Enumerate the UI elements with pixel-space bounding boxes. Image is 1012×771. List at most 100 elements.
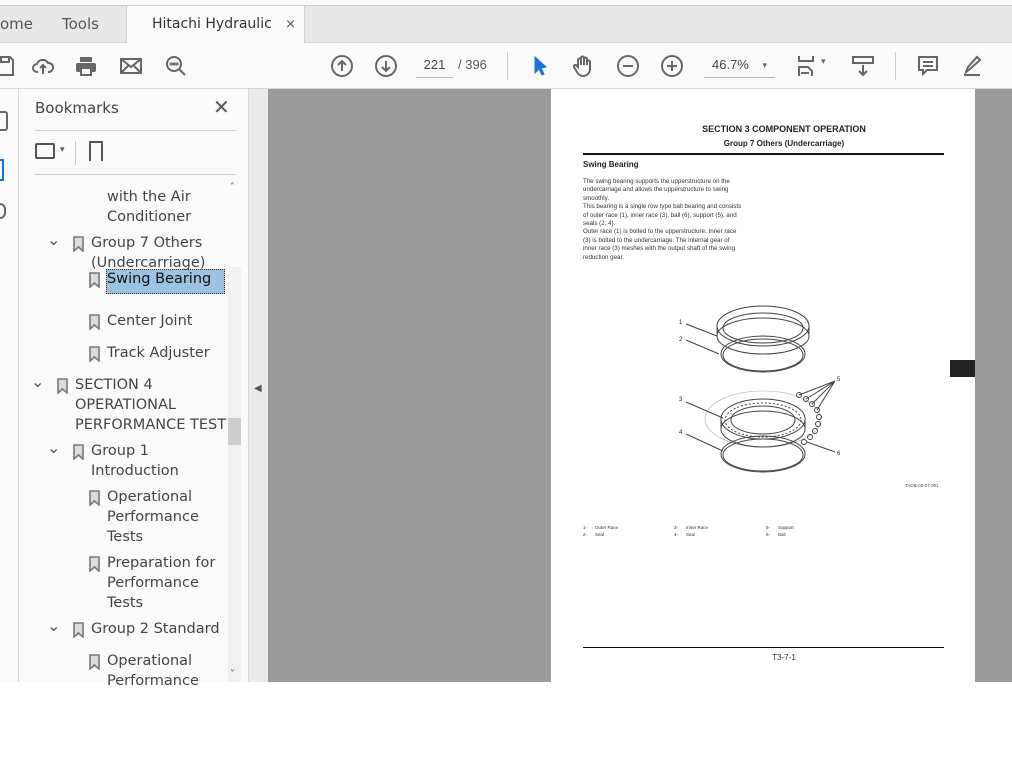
divider bbox=[35, 174, 236, 175]
tab-bar: ome Tools Hitachi Hydraulic Ex... × bbox=[0, 6, 1012, 69]
page-number-input[interactable]: 221 bbox=[416, 52, 453, 78]
expand-chevron-icon[interactable]: ⌄ bbox=[47, 440, 60, 456]
legend-label: Support bbox=[778, 525, 794, 530]
next-page-icon[interactable] bbox=[373, 53, 399, 79]
bookmark-item[interactable]: Track Adjuster bbox=[107, 343, 210, 363]
pdf-page: SECTION 3 COMPONENT OPERATION Group 7 Ot… bbox=[551, 89, 975, 682]
page-total: / 396 bbox=[458, 57, 487, 72]
bookmark-icon bbox=[73, 622, 84, 639]
figure-id: TADB-03-07-001 bbox=[905, 483, 939, 488]
expand-chevron-icon[interactable]: ⌄ bbox=[31, 374, 44, 390]
legend-label: Seal bbox=[686, 532, 696, 537]
bookmark-item[interactable]: Center Joint bbox=[107, 311, 192, 331]
bookmark-icon bbox=[89, 272, 100, 289]
body-paragraph: The swing bearing supports the upperstru… bbox=[583, 178, 742, 261]
panel-title: Bookmarks bbox=[35, 99, 119, 117]
callout-1: 1 bbox=[679, 320, 683, 326]
divider bbox=[35, 130, 236, 131]
select-cursor-icon[interactable] bbox=[527, 53, 553, 79]
bookmark-icon bbox=[73, 444, 84, 461]
zoom-level-select[interactable]: 46.7% ▾ bbox=[704, 52, 775, 78]
bookmarks-nav-icon[interactable] bbox=[0, 159, 4, 181]
zoom-level-value: 46.7% bbox=[712, 57, 749, 72]
close-panel-icon[interactable]: ✕ bbox=[213, 95, 230, 119]
legend-label: Ball bbox=[778, 532, 786, 537]
legend-number: 5- bbox=[766, 525, 771, 530]
tab-home[interactable]: ome bbox=[0, 6, 33, 43]
page-fit-icon[interactable] bbox=[795, 53, 821, 79]
expand-chevron-icon[interactable]: ⌄ bbox=[47, 232, 60, 248]
highlight-pen-icon[interactable] bbox=[959, 53, 985, 79]
section-heading: SECTION 3 COMPONENT OPERATION bbox=[702, 124, 866, 134]
bookmark-item[interactable]: Operational Performance Tests bbox=[107, 487, 199, 547]
document-viewport[interactable]: SECTION 3 COMPONENT OPERATION Group 7 Ot… bbox=[268, 89, 1012, 682]
attachments-icon[interactable] bbox=[0, 203, 6, 219]
zoom-out-icon[interactable] bbox=[615, 53, 641, 79]
bookmark-item[interactable]: with the Air Conditioner bbox=[107, 187, 191, 227]
scroll-down-icon[interactable]: ˅ bbox=[230, 669, 235, 680]
bookmark-item[interactable]: Group 1 Introduction bbox=[91, 441, 179, 481]
callout-6: 6 bbox=[837, 451, 841, 457]
scroll-mode-icon[interactable] bbox=[850, 53, 876, 79]
header-rule bbox=[583, 153, 944, 155]
scroll-up-icon[interactable]: ˄ bbox=[230, 182, 235, 193]
legend-number: 1- bbox=[583, 525, 588, 530]
zoom-in-icon[interactable] bbox=[659, 53, 685, 79]
save-icon[interactable] bbox=[0, 53, 18, 79]
bookmark-item[interactable]: Swing Bearing bbox=[107, 269, 211, 289]
scrollbar[interactable] bbox=[228, 267, 241, 682]
page-fit-dropdown-icon[interactable]: ▾ bbox=[821, 57, 826, 67]
legend-label: Outer Race bbox=[595, 525, 619, 530]
bookmark-icon bbox=[57, 378, 68, 395]
page-footer-number: T3-7-1 bbox=[772, 653, 796, 662]
expand-chevron-icon[interactable]: ⌄ bbox=[47, 618, 60, 634]
callout-2: 2 bbox=[679, 337, 683, 343]
tab-document[interactable]: Hitachi Hydraulic Ex... × bbox=[126, 6, 305, 69]
panel-splitter[interactable]: ◀ bbox=[248, 89, 268, 682]
legend-number: 4- bbox=[674, 532, 679, 537]
legend-label: Inner Race bbox=[686, 525, 709, 530]
toolbar-divider bbox=[895, 52, 896, 80]
options-list-icon[interactable] bbox=[35, 143, 55, 159]
group-heading: Group 7 Others (Undercarriage) bbox=[723, 139, 845, 148]
legend-number: 6- bbox=[766, 532, 771, 537]
toolbar: 221 / 396 46.7% ▾ ▾ bbox=[0, 43, 1012, 89]
bookmark-item[interactable]: Preparation for Performance Tests bbox=[107, 553, 215, 613]
left-nav-rail bbox=[0, 89, 19, 682]
legend-number: 3- bbox=[674, 525, 679, 530]
options-dropdown-icon[interactable]: ▾ bbox=[60, 145, 65, 155]
search-icon[interactable] bbox=[163, 53, 189, 79]
bookmark-icon bbox=[73, 236, 84, 253]
email-icon[interactable] bbox=[118, 53, 144, 79]
upload-cloud-icon[interactable] bbox=[30, 53, 56, 79]
footer-rule bbox=[583, 647, 944, 648]
callout-4: 4 bbox=[679, 430, 683, 436]
callout-3: 3 bbox=[679, 397, 683, 403]
divider bbox=[75, 141, 76, 165]
previous-page-icon[interactable] bbox=[329, 53, 355, 79]
legend-label: Seal bbox=[595, 532, 605, 537]
tab-tools[interactable]: Tools bbox=[62, 6, 99, 43]
pages-thumbnail-icon[interactable] bbox=[0, 111, 8, 131]
toolbar-divider bbox=[507, 52, 508, 80]
bookmark-item[interactable]: SECTION 4 OPERATIONAL PERFORMANCE TEST bbox=[75, 375, 226, 435]
print-icon[interactable] bbox=[73, 53, 99, 79]
swing-bearing-diagram: 1 2 3 4 5 6 bbox=[679, 305, 841, 473]
bookmark-item[interactable]: Group 7 Others (Undercarriage) bbox=[91, 233, 205, 273]
bookmark-item[interactable]: Group 2 Standard bbox=[91, 619, 220, 639]
scrollbar-thumb[interactable] bbox=[228, 418, 241, 445]
close-tab-icon[interactable]: × bbox=[285, 6, 296, 43]
bookmark-icon bbox=[89, 314, 100, 331]
bookmark-item[interactable]: Operational Performance bbox=[107, 651, 199, 691]
chevron-down-icon: ▾ bbox=[762, 60, 767, 70]
callout-5: 5 bbox=[837, 377, 841, 383]
legend-number: 2- bbox=[583, 532, 588, 537]
page-subheading: Swing Bearing bbox=[583, 160, 639, 169]
bookmark-icon bbox=[89, 556, 100, 573]
collapse-panel-icon[interactable]: ◀ bbox=[254, 383, 262, 394]
bookmark-icon bbox=[89, 346, 100, 363]
add-bookmark-icon[interactable] bbox=[89, 141, 103, 161]
adjacent-page-edge bbox=[950, 360, 975, 377]
hand-tool-icon[interactable] bbox=[570, 53, 596, 79]
comment-icon[interactable] bbox=[915, 53, 941, 79]
